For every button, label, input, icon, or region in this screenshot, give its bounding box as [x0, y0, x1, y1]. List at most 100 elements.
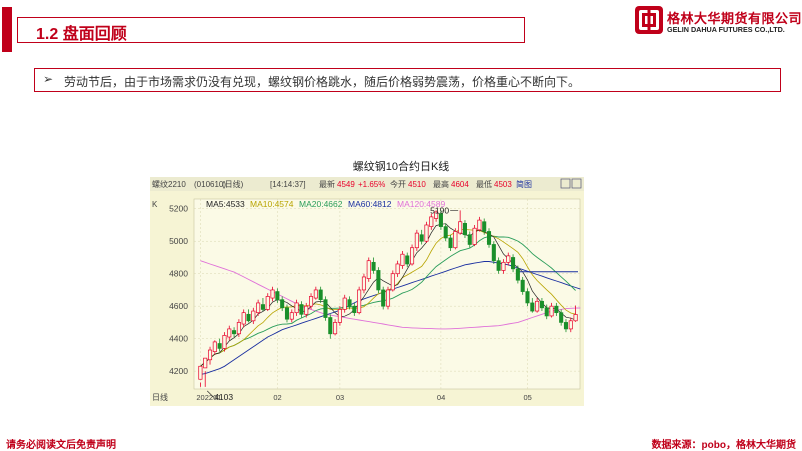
toolbar-time: [14:14:37]	[270, 180, 306, 189]
candle-body	[342, 297, 347, 310]
candle-body	[207, 349, 213, 361]
x-tick-label: 03	[336, 393, 344, 402]
candle-body	[385, 289, 391, 307]
candle-body	[222, 335, 227, 349]
candle-body	[554, 305, 559, 314]
candle-body	[559, 312, 564, 323]
candle-body	[458, 221, 463, 234]
toolbar-low-value: 4503	[494, 180, 512, 189]
candle-body	[304, 305, 309, 315]
candle-body	[429, 216, 434, 227]
toolbar-latest-label: 最新	[319, 179, 335, 189]
candle-body	[539, 300, 544, 309]
candle-body	[376, 270, 381, 291]
candle-body	[371, 261, 376, 271]
candle-body	[323, 299, 328, 318]
bullet-arrow-icon: ➢	[43, 72, 54, 86]
candle-body	[381, 289, 386, 307]
candle-body	[515, 268, 520, 281]
summary-box: ➢ 劳动节后，由于市场需求仍没有兑现，螺纹钢价格跳水，随后价格弱势震荡，价格重心…	[34, 68, 781, 92]
candle-body	[241, 312, 246, 325]
toolbar-simple-button: 简图	[516, 179, 532, 189]
y-tick-label: 5000	[169, 236, 188, 246]
candle-body	[453, 231, 458, 249]
candle-body	[390, 273, 395, 291]
candle-body	[443, 226, 448, 239]
candle-body	[482, 221, 487, 232]
candle-body	[212, 341, 217, 352]
candle-body	[366, 260, 371, 279]
candle-body	[472, 227, 477, 245]
y-tick-label: 4200	[169, 366, 188, 376]
candle-body	[568, 320, 573, 330]
candle-body	[419, 234, 424, 242]
candle-body	[486, 231, 492, 245]
candle-body	[280, 299, 285, 309]
candle-body	[227, 328, 232, 338]
candle-body	[246, 313, 251, 322]
candle-body	[217, 343, 222, 349]
k-label: K	[152, 200, 158, 209]
candle-body	[549, 305, 554, 317]
candle-body	[405, 255, 410, 265]
candle-body	[337, 309, 342, 323]
company-name-en: GELIN DAHUA FUTURES CO.,LTD.	[667, 25, 785, 34]
y-tick-label: 4600	[169, 301, 188, 311]
candle-body	[309, 296, 314, 307]
y-tick-label: 4800	[169, 269, 188, 279]
kline-svg: 螺纹2210 (010610)(日线) [14:14:37] 最新 4549 +1.65%…	[150, 177, 584, 406]
candle-body	[361, 276, 366, 291]
candle-body	[347, 299, 352, 307]
chart-title: 螺纹钢10合约日K线	[352, 161, 450, 173]
x-tick-label: 02	[273, 393, 281, 402]
header-accent-bar	[2, 7, 12, 52]
candle-body	[395, 263, 400, 275]
candle-body	[424, 224, 429, 242]
candle-body	[357, 289, 362, 314]
toolbar-open-value: 4510	[408, 180, 426, 189]
candle-body	[410, 247, 415, 265]
candle-body	[448, 237, 453, 249]
candle-body	[265, 296, 270, 310]
ma-legend-item: MA10:4574	[250, 199, 294, 209]
candle-body	[496, 260, 501, 271]
candle-body	[232, 330, 237, 335]
candle-body	[318, 289, 323, 301]
company-seal-icon	[635, 6, 663, 34]
candle-body	[270, 289, 275, 299]
kline-chart: 螺纹2210 (010610) (日线) [14:14:37] 最新 4549 +1.65%…	[150, 177, 584, 406]
annotation-high-label: 5190	[430, 205, 449, 215]
candle-body	[477, 219, 482, 231]
ma-legend-item: MA60:4812	[348, 199, 392, 209]
candle-body	[313, 289, 318, 299]
ma-legend-item: MA5:4533	[206, 199, 245, 209]
candle-body	[203, 357, 208, 369]
candle-body	[333, 322, 338, 335]
candle-body	[491, 244, 496, 262]
period-label: 日线	[152, 392, 168, 402]
candle-body	[352, 305, 357, 314]
toolbar-symbol: 螺纹2210	[152, 179, 186, 189]
candle-body	[236, 322, 241, 335]
section-header: 1.2 盘面回顾	[17, 17, 525, 43]
company-logo: 格林大华期货有限公司 GELIN DAHUA FUTURES CO.,LTD.	[634, 5, 802, 35]
candle-body	[544, 307, 549, 317]
candle-body	[563, 322, 569, 330]
x-tick-label: 04	[437, 393, 445, 402]
candle-body	[289, 312, 294, 320]
candle-body	[256, 302, 261, 314]
candle-body	[400, 253, 405, 266]
candle-body	[530, 302, 535, 312]
candle-body	[462, 223, 467, 236]
ma-legend-item: MA20:4662	[299, 199, 343, 209]
toolbar-high-label: 最高	[433, 179, 449, 189]
candle-body	[294, 302, 299, 314]
summary-text: 劳动节后，由于市场需求仍没有兑现，螺纹钢价格跳水，随后价格弱势震荡，价格重心不断…	[64, 75, 581, 89]
toolbar-open-label: 今开	[390, 179, 406, 189]
candle-body	[299, 304, 304, 315]
toolbar-high-value: 4604	[451, 180, 469, 189]
candle-body	[573, 314, 578, 322]
y-tick-label: 4400	[169, 334, 188, 344]
toolbar-change: +1.65%	[358, 180, 385, 189]
toolbar-low-label: 最低	[476, 179, 492, 189]
